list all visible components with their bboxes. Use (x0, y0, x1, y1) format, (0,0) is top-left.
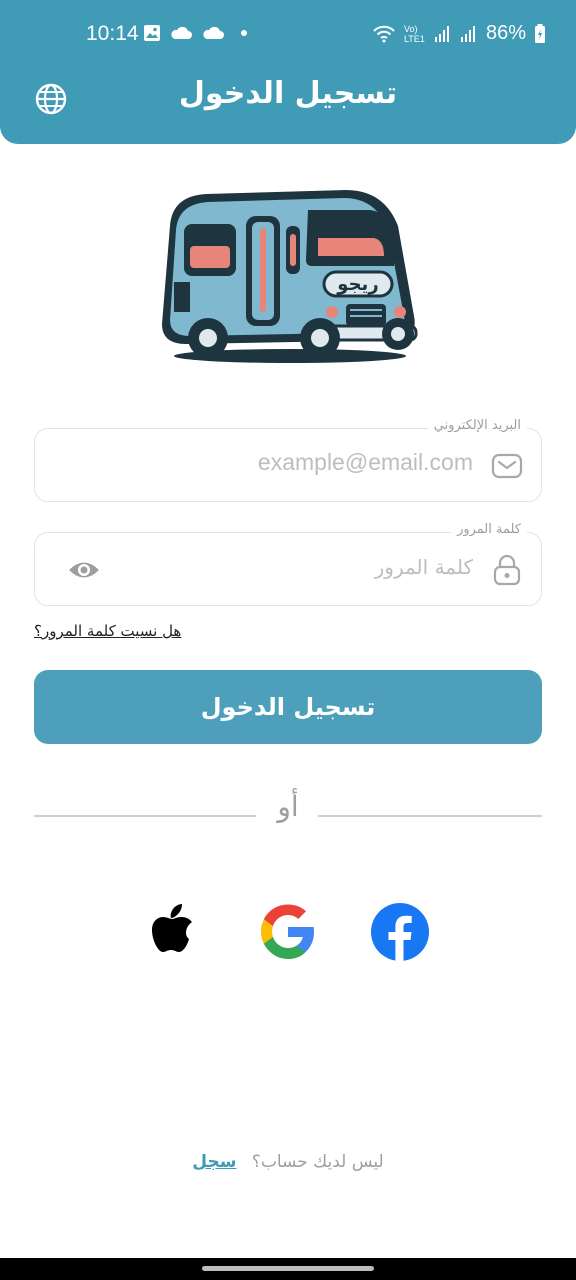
network-type: Vo) LTE1 (403, 23, 425, 44)
login-button[interactable]: تسجيل الدخول (34, 670, 542, 744)
signal-icon (434, 25, 449, 42)
home-indicator[interactable] (202, 1266, 374, 1271)
cloud-icon (171, 26, 192, 39)
app-header: 10:14 Vo) LTE1 86% تسجيل الدخول (0, 0, 576, 144)
app-logo-bus: ريجو (162, 190, 418, 363)
email-field[interactable]: البريد الإلكتروني example@email.com (34, 418, 542, 502)
email-label: البريد الإلكتروني (427, 418, 527, 433)
envelope-icon (491, 453, 523, 479)
notification-dot (241, 30, 247, 36)
signup-link[interactable]: سجل (192, 1152, 236, 1172)
svg-text:ريجو: ريجو (336, 274, 378, 295)
signup-row: ليس لديك حساب؟ سجل (0, 1152, 576, 1172)
signal-icon (460, 25, 475, 42)
password-field[interactable]: كلمة المرور كلمة المرور (34, 522, 542, 606)
system-nav-bar (0, 1258, 576, 1280)
divider-or-text: أو (277, 790, 299, 823)
forgot-password-link[interactable]: هل نسيت كلمة المرور؟ (34, 622, 181, 640)
status-bar: 10:14 Vo) LTE1 86% (0, 18, 576, 52)
battery-icon (535, 23, 545, 43)
email-placeholder: example@email.com (257, 449, 473, 475)
cloud-icon (203, 26, 224, 39)
facebook-icon[interactable] (370, 902, 430, 962)
signup-prompt: ليس لديك حساب؟ (251, 1152, 384, 1172)
google-icon[interactable] (258, 902, 318, 962)
status-notification-icons (143, 24, 247, 42)
password-label: كلمة المرور (451, 522, 527, 537)
status-time: 10:14 (86, 22, 139, 45)
eye-icon[interactable] (67, 557, 101, 583)
apple-icon[interactable] (146, 902, 206, 962)
password-placeholder: كلمة المرور (374, 555, 473, 579)
status-system-icons: Vo) LTE1 86% (372, 22, 546, 45)
page-title: تسجيل الدخول (178, 76, 398, 111)
battery-percent: 86% (485, 22, 526, 44)
wifi-icon (373, 25, 395, 42)
lock-icon (493, 554, 521, 586)
gallery-icon (144, 25, 160, 41)
